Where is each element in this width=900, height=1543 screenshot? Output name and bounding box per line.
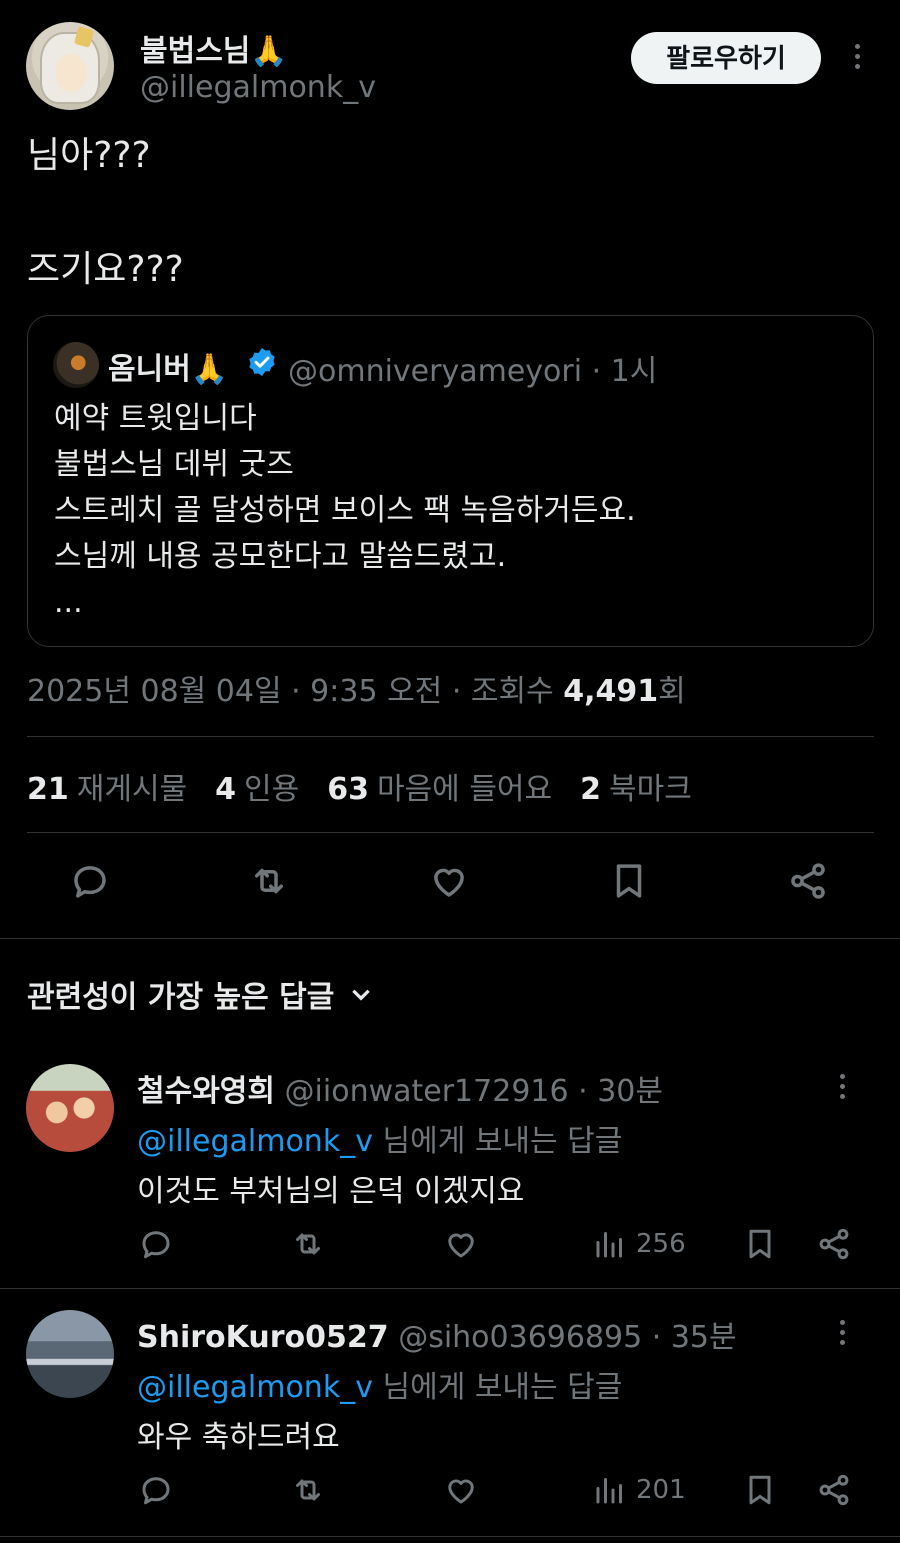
author-avatar[interactable]	[26, 22, 114, 110]
quoted-text-line: ...	[54, 585, 83, 620]
views-stat[interactable]: 256	[592, 1224, 686, 1264]
reply-to-handle[interactable]: @illegalmonk_v	[137, 1370, 373, 1405]
divider	[27, 736, 874, 737]
likes-stat[interactable]: 63 마음에 들어요	[327, 764, 552, 808]
reply-to-line: @illegalmonk_v 님에게 보내는 답글	[137, 1124, 623, 1159]
like-icon[interactable]	[443, 1224, 479, 1264]
like-icon[interactable]	[426, 858, 472, 904]
quoted-post-meta: @omniveryameyori · 1시	[288, 354, 658, 389]
reply-meta: @siho03696895 · 35분	[398, 1320, 737, 1355]
post-action-bar	[0, 858, 900, 914]
reply-icon[interactable]	[138, 1224, 174, 1264]
reply-author-name[interactable]: 철수와영희	[137, 1074, 275, 1109]
post-text-line: 즈기요???	[27, 249, 184, 290]
reply-avatar[interactable]	[26, 1310, 114, 1398]
views-stat[interactable]: 201	[592, 1470, 686, 1510]
quoted-text-line: 예약 트윗입니다	[54, 401, 257, 436]
share-icon[interactable]	[816, 1470, 852, 1510]
reply-action-bar: 201	[0, 1470, 900, 1514]
reply-icon[interactable]	[67, 858, 113, 904]
chevron-down-icon	[352, 989, 371, 1001]
quoted-author-avatar	[53, 342, 99, 388]
post-text-line: 님아???	[27, 135, 151, 176]
bookmark-icon[interactable]	[606, 858, 652, 904]
bookmark-icon[interactable]	[742, 1224, 778, 1264]
timestamp-text: 2025년 08월 04일 · 9:35 오전 · 조회수	[27, 674, 554, 709]
quoted-text-line: 스트레치 골 달성하면 보이스 팩 녹음하거든요.	[54, 493, 636, 528]
quotes-stat[interactable]: 4 인용	[215, 764, 299, 808]
like-icon[interactable]	[443, 1470, 479, 1510]
quoted-post[interactable]: 옴니버🙏 @omniveryameyori · 1시 예약 트윗입니다 불법스님…	[27, 315, 874, 647]
reply-to-handle[interactable]: @illegalmonk_v	[137, 1124, 373, 1159]
view-count: 4,491	[563, 674, 659, 709]
post-timestamp: 2025년 08월 04일 · 9:35 오전 · 조회수 4,491회	[27, 666, 686, 710]
verified-icon	[249, 348, 275, 376]
post-header: 불법스님🙏 @illegalmonk_v 팔로우하기	[0, 0, 900, 120]
quoted-text-line: 스님께 내용 공모한다고 말씀드렸고.	[54, 539, 507, 574]
reply-meta: @iionwater172916 · 30분	[284, 1074, 663, 1109]
repost-icon[interactable]	[290, 1470, 326, 1510]
divider	[0, 1288, 900, 1289]
post-stats: 21 재게시물 4 인용 63 마음에 들어요 2 북마크	[27, 764, 692, 808]
reply-header: 철수와영희 @iionwater172916 · 30분	[137, 1066, 663, 1110]
views-count: 201	[636, 1475, 686, 1505]
repost-icon[interactable]	[290, 1224, 326, 1264]
bookmark-icon[interactable]	[742, 1470, 778, 1510]
follow-button[interactable]: 팔로우하기	[631, 32, 821, 84]
reply-text: 이것도 부처님의 은덕 이겠지요	[137, 1174, 525, 1209]
reply-author-name[interactable]: ShiroKuro0527	[137, 1320, 389, 1355]
view-count-suffix: 회	[658, 674, 686, 709]
reposts-stat[interactable]: 21 재게시물	[27, 764, 187, 808]
author-handle[interactable]: @illegalmonk_v	[140, 70, 376, 105]
share-icon[interactable]	[816, 1224, 852, 1264]
views-icon	[596, 1478, 622, 1504]
replies-sort-dropdown[interactable]: 관련성이 가장 높은 답글	[27, 972, 374, 1016]
author-display-name[interactable]: 불법스님🙏	[140, 26, 288, 70]
quoted-post-text: 예약 트윗입니다 불법스님 데뷔 굿즈 스트레치 골 달성하면 보이스 팩 녹음…	[54, 396, 636, 626]
more-icon[interactable]	[840, 40, 874, 74]
share-icon[interactable]	[785, 858, 831, 904]
reply-text: 와우 축하드려요	[137, 1420, 340, 1455]
reply-avatar[interactable]	[26, 1064, 114, 1152]
divider	[0, 1536, 900, 1537]
divider	[27, 832, 874, 833]
reply-action-bar: 256	[0, 1224, 900, 1268]
divider	[0, 938, 900, 939]
quoted-author-name: 옴니버🙏	[108, 352, 229, 387]
more-icon[interactable]	[840, 1316, 845, 1345]
quoted-text-line: 불법스님 데뷔 굿즈	[54, 447, 294, 482]
post-text: 님아??? 즈기요???	[27, 134, 184, 292]
repost-icon[interactable]	[246, 858, 292, 904]
views-count: 256	[636, 1229, 686, 1259]
reply-header: ShiroKuro0527 @siho03696895 · 35분	[137, 1312, 737, 1356]
bookmarks-stat[interactable]: 2 북마크	[580, 764, 692, 808]
views-icon	[596, 1232, 622, 1258]
replies-sort-label: 관련성이 가장 높은 답글	[27, 980, 335, 1015]
more-icon[interactable]	[840, 1070, 845, 1099]
reply-to-line: @illegalmonk_v 님에게 보내는 답글	[137, 1370, 623, 1405]
reply-icon[interactable]	[138, 1470, 174, 1510]
